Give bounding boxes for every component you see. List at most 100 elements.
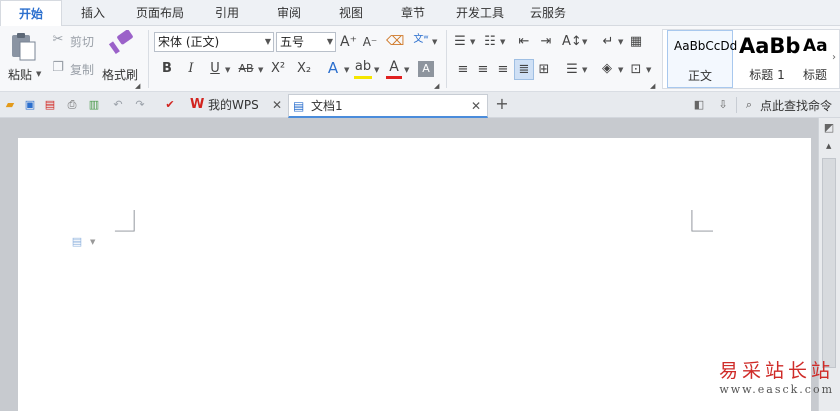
chevron-down-icon[interactable]: ▼ [374,66,379,74]
font-size-select[interactable]: 五号 ▼ [276,32,336,52]
clear-format-icon[interactable]: ⌫ [386,34,404,50]
customize-toolbar-icon[interactable]: ✔ [162,97,178,113]
tab-cloud[interactable]: 云服务 [520,0,576,26]
close-icon[interactable]: ✕ [272,94,282,116]
chevron-down-icon: ▼ [264,37,271,46]
scrollbar-thumb[interactable] [822,158,836,368]
highlight-icon[interactable]: ab [354,59,372,75]
view-toggle-icon[interactable]: ◩ [821,120,837,136]
paste-button[interactable]: 粘贴 ▼ [6,30,41,88]
tab-label: 文档1 [311,99,343,113]
distributed-align-icon[interactable]: ⊞ [536,62,552,78]
chevron-down-icon[interactable]: ▼ [582,66,587,74]
separator [446,30,447,88]
tab-review[interactable]: 审阅 [262,0,316,26]
borders-icon[interactable]: ⊡ [628,62,644,78]
shrink-font-icon[interactable]: A⁻ [362,34,378,50]
underline-icon[interactable]: U [208,61,222,77]
tab-start[interactable]: 开始 [0,0,62,27]
document-page[interactable]: ▤ ▼ [18,138,811,411]
download-icon[interactable]: ⇩ [716,97,730,113]
chevron-down-icon[interactable]: ▼ [258,66,263,74]
clipboard-dialog-launcher[interactable]: ◢ [135,82,140,90]
new-tab-icon[interactable]: + [494,96,510,112]
save-icon[interactable]: ▣ [22,97,38,113]
tab-reference[interactable]: 引用 [200,0,254,26]
cut-label: 剪切 [70,35,95,49]
tab-document-1[interactable]: ▤ 文档1 ✕ [288,94,488,118]
undo-icon[interactable]: ↶ [110,97,126,113]
decrease-indent-icon[interactable]: ⇤ [516,34,532,50]
print-preview-icon[interactable]: ▥ [86,97,102,113]
numbered-list-icon[interactable]: ☷ [482,34,498,50]
watermark-url: www.easck.com [719,383,834,396]
open-folder-icon[interactable]: ▰ [2,97,18,113]
cut-button[interactable]: ✂ 剪切 [50,32,100,50]
table-icon[interactable]: ▦ [628,34,644,50]
bullet-list-icon[interactable]: ☰ [452,34,468,50]
chevron-down-icon[interactable]: ▼ [500,38,505,46]
close-icon[interactable]: ✕ [471,95,481,117]
subscript-icon[interactable]: X₂ [296,61,312,77]
tab-developer[interactable]: 开发工具 [448,0,512,26]
tab-page-layout[interactable]: 页面布局 [128,0,192,26]
export-pdf-icon[interactable]: ▤ [42,97,58,113]
chevron-down-icon[interactable]: ▼ [646,66,651,74]
command-search[interactable]: ⌕ 点此查找命令 [742,96,840,114]
command-search-label: 点此查找命令 [760,99,833,113]
redo-icon[interactable]: ↷ [132,97,148,113]
font-name-select[interactable]: 宋体 (正文) ▼ [154,32,274,52]
tab-insert[interactable]: 插入 [66,0,120,26]
paste-dropdown-icon[interactable]: ▼ [36,70,41,78]
align-left-icon[interactable]: ≡ [456,62,470,78]
chevron-down-icon[interactable]: ▼ [432,38,437,46]
superscript-icon[interactable]: X² [270,61,286,77]
font-dialog-launcher[interactable]: ◢ [434,82,439,90]
paragraph-layout-icon[interactable]: ▤ [70,234,84,250]
change-case-icon[interactable]: A↕ [562,34,582,50]
style-normal[interactable]: AaBbCcDd 正文 [667,30,737,88]
chevron-down-icon[interactable]: ▼ [582,38,587,46]
line-spacing-icon[interactable]: ☰ [564,62,580,78]
grow-font-icon[interactable]: A⁺ [340,34,357,50]
copy-button[interactable]: ❐ 复制 [50,60,100,78]
chevron-down-icon[interactable]: ▼ [618,66,623,74]
style-heading-1[interactable]: AaBb 标题 1 [735,30,800,88]
bold-icon[interactable]: B [160,61,174,77]
print-icon[interactable]: ⎙ [64,97,80,113]
char-shading-icon[interactable]: A [418,61,434,77]
shading-icon[interactable]: ◈ [598,61,616,77]
font-color-bar [386,76,402,79]
separator [736,97,737,113]
chevron-down-icon[interactable]: ▼ [344,66,349,74]
align-right-icon[interactable]: ≡ [496,62,510,78]
highlight-color-bar [354,76,372,79]
chevron-down-icon[interactable]: ▼ [618,38,623,46]
font-color-icon[interactable]: A [386,59,402,75]
style-gallery-scroll-icon[interactable]: › [832,52,836,63]
copy-icon: ❐ [52,60,64,75]
scissors-icon: ✂ [52,32,64,47]
chevron-down-icon[interactable]: ▼ [404,66,409,74]
copy-label: 复制 [70,63,95,77]
tab-view[interactable]: 视图 [324,0,378,26]
tab-chapter[interactable]: 章节 [386,0,440,26]
strikethrough-icon[interactable]: AB [236,61,256,77]
chevron-down-icon[interactable]: ▼ [470,38,475,46]
chevron-down-icon[interactable]: ▼ [90,238,95,246]
chevron-down-icon: ▼ [326,37,333,46]
paragraph-mark-icon[interactable]: ↵ [600,34,616,50]
scroll-up-icon[interactable]: ▲ [826,142,831,150]
font-name-value: 宋体 (正文) [158,35,220,49]
format-painter-button[interactable]: 格式刷 [102,30,140,88]
text-effect-icon[interactable]: A [324,60,342,76]
phonetic-guide-icon[interactable]: 文ʷ [410,32,432,48]
quick-access-bar: ▰ ▣ ▤ ⎙ ▥ ↶ ↷ ✔ W 我的WPS ✕ ▤ 文档1 ✕ + ◧ ⇩ … [0,92,840,118]
tab-my-wps[interactable]: W 我的WPS ✕ [184,94,288,118]
increase-indent-icon[interactable]: ⇥ [538,34,554,50]
italic-icon[interactable]: I [184,61,198,77]
doc-status-icon[interactable]: ◧ [692,97,706,113]
chevron-down-icon[interactable]: ▼ [225,66,230,74]
align-center-icon[interactable]: ≡ [476,62,490,78]
paragraph-dialog-launcher[interactable]: ◢ [650,82,655,90]
